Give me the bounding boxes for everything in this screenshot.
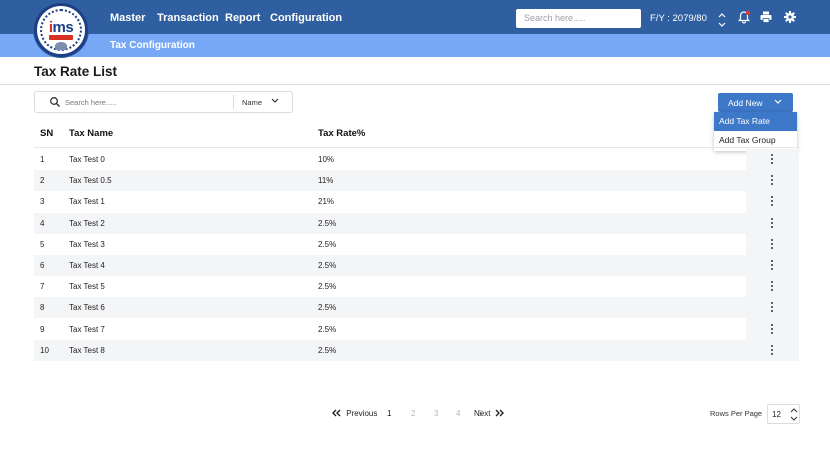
table-row[interactable]: 7 Tax Test 5 2.5% xyxy=(34,276,799,297)
cell-tax-rate: 11% xyxy=(318,176,334,186)
gear-icon[interactable] xyxy=(783,10,797,24)
search-separator xyxy=(233,95,234,109)
menu-transaction[interactable]: Transaction xyxy=(157,0,219,34)
row-actions-kebab-icon[interactable] xyxy=(767,238,777,250)
column-header-tax-name[interactable]: Tax Name xyxy=(69,122,113,148)
cell-tax-name: Tax Test 6 xyxy=(69,303,105,313)
fiscal-year-stepper-icon[interactable] xyxy=(716,10,728,30)
cell-sn: 1 xyxy=(40,155,45,164)
cell-tax-name: Tax Test 4 xyxy=(69,261,105,270)
fiscal-year-label: F/Y : 2079/80 xyxy=(650,13,707,24)
menu-configuration[interactable]: Configuration xyxy=(270,0,342,34)
page-title: Tax Rate List xyxy=(34,64,118,79)
double-chevron-left-icon xyxy=(332,409,341,417)
cell-tax-rate: 21% xyxy=(318,197,335,207)
cell-sn: 2 xyxy=(40,176,45,186)
row-actions-kebab-icon[interactable] xyxy=(767,154,777,165)
cell-sn: 10 xyxy=(40,345,49,355)
cell-tax-name: Tax Test 7 xyxy=(69,324,105,334)
column-header-tax-rate[interactable]: Tax Rate% xyxy=(318,122,365,148)
bell-icon[interactable] xyxy=(737,10,751,24)
row-actions-kebab-icon[interactable] xyxy=(767,175,777,186)
cell-sn: 8 xyxy=(40,303,45,313)
table-row[interactable]: 8 Tax Test 6 2.5% xyxy=(34,297,799,319)
rows-per-page-value: 12 xyxy=(772,410,781,419)
title-divider xyxy=(0,84,830,85)
logo-globe xyxy=(55,42,67,50)
cell-tax-rate: 2.5% xyxy=(318,261,337,270)
row-actions-kebab-icon[interactable] xyxy=(767,302,777,313)
cell-tax-name: Tax Test 3 xyxy=(69,239,105,249)
previous-page-label: Previous xyxy=(346,409,378,418)
global-search-input[interactable] xyxy=(516,9,641,28)
cell-sn: 3 xyxy=(40,197,45,207)
rows-per-page-label: Rows Per Page xyxy=(710,409,763,418)
next-page-label: Next xyxy=(474,409,491,418)
cell-tax-rate: 2.5% xyxy=(318,303,337,313)
stepper-icon[interactable] xyxy=(790,407,798,422)
row-actions-kebab-icon[interactable] xyxy=(767,344,777,356)
page-1-button[interactable]: 1 xyxy=(387,404,391,424)
menu-master[interactable]: Master xyxy=(110,0,145,34)
row-actions-kebab-icon[interactable] xyxy=(767,281,777,292)
list-search-box: Name xyxy=(34,91,293,113)
table-row[interactable]: 9 Tax Test 7 2.5% xyxy=(34,319,799,340)
cell-sn: 4 xyxy=(40,218,45,228)
column-header-sn[interactable]: SN xyxy=(40,122,53,148)
cell-sn: 6 xyxy=(40,261,45,270)
add-new-button[interactable]: Add New xyxy=(718,93,793,112)
table-row[interactable]: 3 Tax Test 1 21% xyxy=(34,191,799,212)
cell-tax-name: Tax Test 2 xyxy=(69,218,105,228)
subnav-tax-configuration[interactable]: Tax Configuration xyxy=(110,34,195,57)
add-new-label: Add New xyxy=(728,98,763,108)
page-2-button[interactable]: 2 xyxy=(411,404,415,424)
table-header: SN Tax Name Tax Rate% xyxy=(34,122,799,148)
company-logo[interactable]: ims xyxy=(34,3,88,57)
page-4-button[interactable]: 4 xyxy=(456,404,460,424)
table-row[interactable]: 4 Tax Test 2 2.5% xyxy=(34,212,799,234)
table-row[interactable]: 1 Tax Test 0 10% xyxy=(34,149,799,170)
cell-tax-rate: 2.5% xyxy=(318,282,337,292)
row-actions-kebab-icon[interactable] xyxy=(767,217,777,229)
search-filter-select[interactable]: Name xyxy=(242,92,262,112)
cell-tax-name: Tax Test 1 xyxy=(69,197,105,207)
table-row[interactable]: 10 Tax Test 8 2.5% xyxy=(34,339,799,361)
cell-tax-rate: 2.5% xyxy=(318,218,337,228)
cell-tax-rate: 10% xyxy=(318,155,335,164)
logo-brand: ims xyxy=(48,19,74,36)
chevron-down-icon xyxy=(774,99,782,104)
printer-icon[interactable] xyxy=(759,10,773,24)
cell-tax-rate: 2.5% xyxy=(318,345,337,355)
search-icon xyxy=(50,97,60,107)
cell-tax-name: Tax Test 8 xyxy=(69,345,105,355)
cell-sn: 7 xyxy=(40,282,45,292)
chevron-down-icon[interactable] xyxy=(271,98,279,104)
list-search-input[interactable] xyxy=(65,94,233,110)
cell-tax-name: Tax Test 0.5 xyxy=(69,176,112,186)
cell-tax-name: Tax Test 5 xyxy=(69,282,105,292)
row-actions-kebab-icon[interactable] xyxy=(767,196,777,207)
table-row[interactable]: 6 Tax Test 4 2.5% xyxy=(34,255,799,276)
cell-sn: 5 xyxy=(40,239,45,249)
cell-tax-rate: 2.5% xyxy=(318,324,337,334)
cell-tax-name: Tax Test 0 xyxy=(69,155,105,164)
table-row[interactable]: 5 Tax Test 3 2.5% xyxy=(34,234,799,255)
cell-sn: 9 xyxy=(40,324,45,334)
table-row[interactable]: 2 Tax Test 0.5 11% xyxy=(34,170,799,192)
page-3-button[interactable]: 3 xyxy=(434,404,438,424)
cell-tax-rate: 2.5% xyxy=(318,239,337,249)
previous-page-button[interactable]: Previous xyxy=(331,404,377,424)
logo-tag xyxy=(49,35,73,40)
double-chevron-right-icon xyxy=(495,409,504,417)
next-page-button-label-wrap[interactable]: Next xyxy=(474,404,505,424)
rows-per-page-input[interactable]: 12 xyxy=(767,404,800,424)
menu-report[interactable]: Report xyxy=(225,0,260,34)
row-actions-kebab-icon[interactable] xyxy=(767,260,777,271)
row-actions-kebab-icon[interactable] xyxy=(767,323,777,335)
